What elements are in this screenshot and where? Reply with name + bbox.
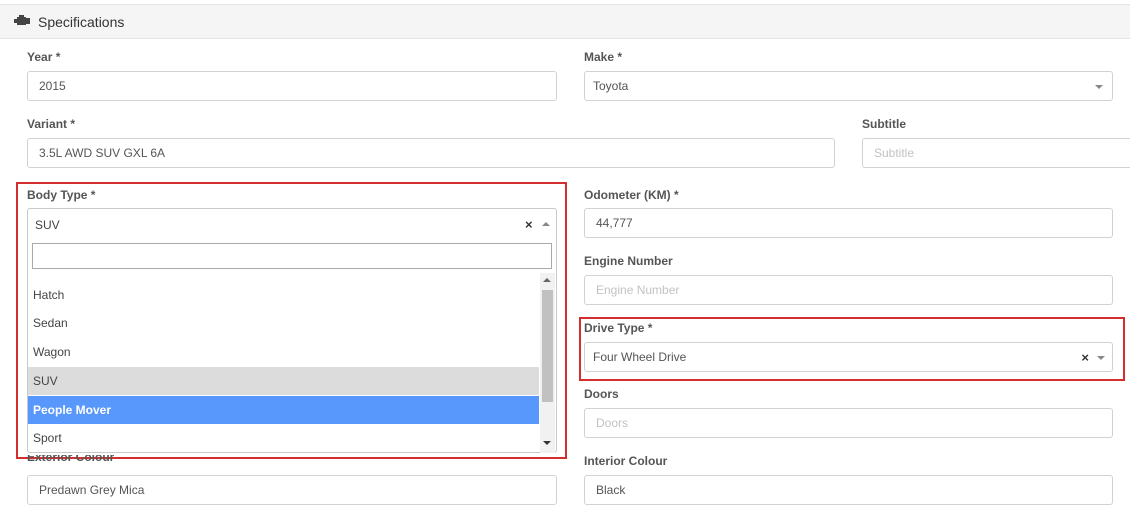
- make-select[interactable]: Toyota: [584, 71, 1113, 101]
- year-input[interactable]: 2015: [27, 71, 557, 101]
- option-hatch[interactable]: Hatch: [28, 281, 539, 309]
- body-type-dropdown[interactable]: SUV × Hatch Sedan Wagon SUV People Mover…: [27, 208, 557, 453]
- odometer-label: Odometer (KM) *: [584, 188, 679, 202]
- year-label: Year *: [27, 50, 61, 64]
- body-type-search-input[interactable]: [32, 243, 552, 269]
- subtitle-input[interactable]: [862, 138, 1130, 168]
- section-header: Specifications: [0, 4, 1130, 39]
- clear-icon[interactable]: ×: [525, 218, 533, 231]
- scrollbar-thumb[interactable]: [542, 290, 553, 402]
- drive-type-label: Drive Type *: [584, 321, 653, 335]
- options-scrollbar[interactable]: [540, 273, 555, 453]
- scroll-down-icon[interactable]: [543, 441, 551, 445]
- drive-type-value: Four Wheel Drive: [593, 350, 687, 364]
- body-type-options: Hatch Sedan Wagon SUV People Mover Sport: [28, 273, 540, 453]
- option-suv[interactable]: SUV: [28, 367, 539, 395]
- drive-type-select[interactable]: Four Wheel Drive ×: [584, 342, 1113, 372]
- chevron-up-icon[interactable]: [542, 222, 550, 226]
- interior-colour-input[interactable]: Black: [584, 475, 1113, 505]
- interior-colour-label: Interior Colour: [584, 454, 668, 468]
- body-type-selected[interactable]: SUV: [28, 209, 556, 240]
- subtitle-label: Subtitle: [862, 117, 906, 131]
- variant-input[interactable]: 3.5L AWD SUV GXL 6A: [27, 138, 835, 168]
- engine-number-label: Engine Number: [584, 254, 673, 268]
- body-type-value: SUV: [35, 217, 60, 232]
- engine-icon: [14, 15, 30, 25]
- engine-number-input[interactable]: [584, 275, 1113, 305]
- doors-label: Doors: [584, 387, 619, 401]
- make-label: Make *: [584, 50, 623, 64]
- scroll-up-icon[interactable]: [543, 278, 551, 282]
- exterior-colour-label: Exterior Colour: [27, 455, 115, 464]
- chevron-down-icon: [1095, 85, 1103, 89]
- doors-input[interactable]: [584, 408, 1113, 438]
- section-title: Specifications: [38, 14, 125, 30]
- odometer-input[interactable]: 44,777: [584, 208, 1113, 238]
- option-people-mover[interactable]: People Mover: [28, 396, 539, 424]
- exterior-colour-input[interactable]: Predawn Grey Mica: [27, 475, 557, 505]
- make-select-value: Toyota: [593, 79, 629, 93]
- body-type-label: Body Type *: [27, 188, 96, 202]
- chevron-down-icon[interactable]: [1097, 356, 1105, 360]
- clear-icon[interactable]: ×: [1081, 351, 1089, 364]
- variant-label: Variant *: [27, 117, 76, 131]
- option-sedan[interactable]: Sedan: [28, 309, 539, 337]
- option-sport[interactable]: Sport: [28, 424, 539, 452]
- option-wagon[interactable]: Wagon: [28, 338, 539, 366]
